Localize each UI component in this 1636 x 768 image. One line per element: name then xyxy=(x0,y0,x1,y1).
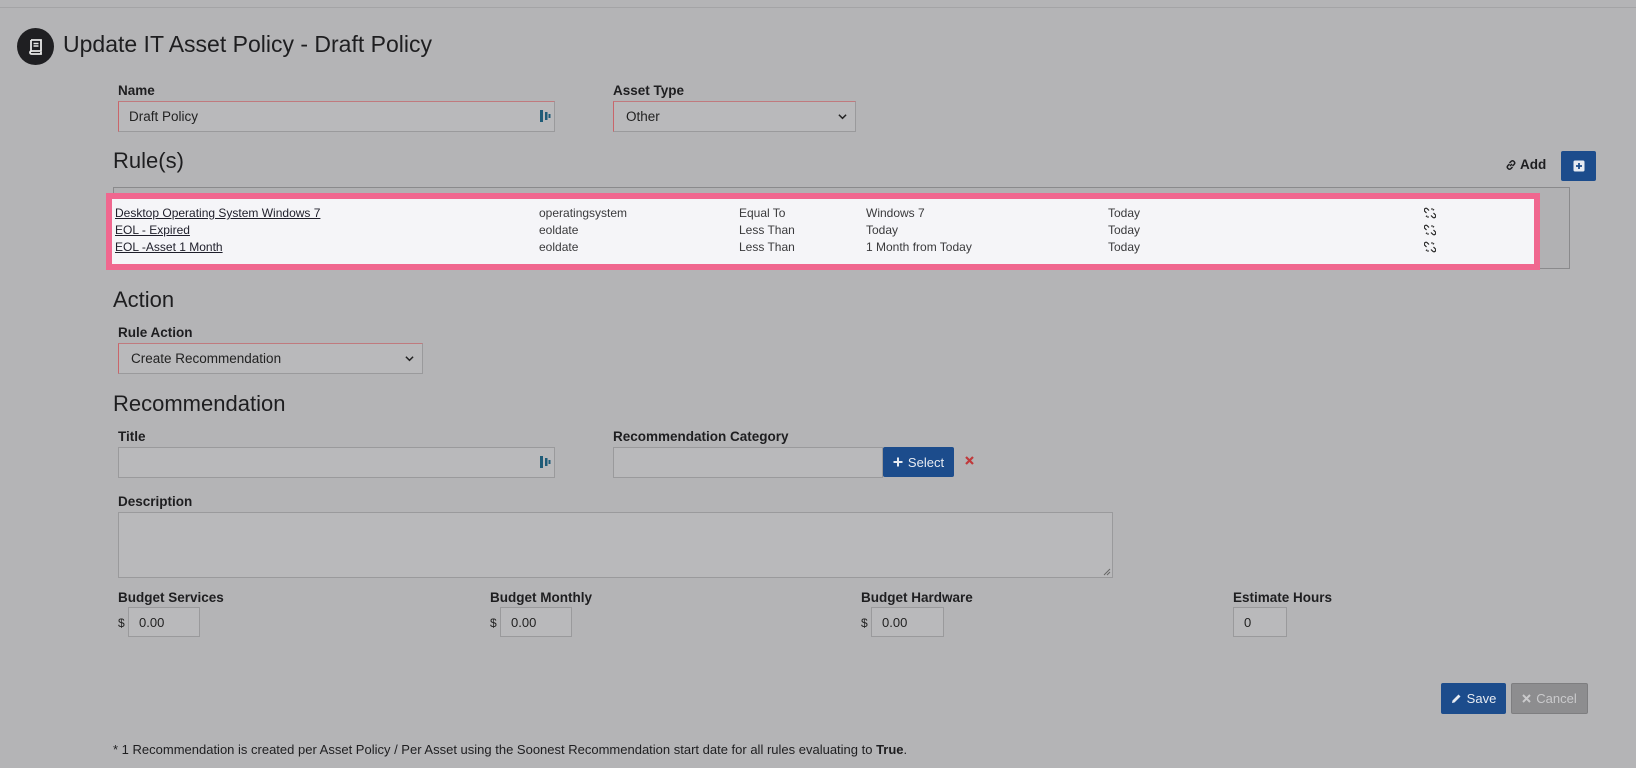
link-icon xyxy=(1506,159,1516,170)
title-input[interactable] xyxy=(118,447,555,478)
budget-services-label: Budget Services xyxy=(118,590,224,605)
budget-services-input[interactable]: 0.00 xyxy=(128,607,200,637)
add-rule-label: Add xyxy=(1520,157,1547,172)
budget-monthly-input[interactable]: 0.00 xyxy=(500,607,572,637)
select-button-label: Select xyxy=(907,454,945,470)
footnote-text: * 1 Recommendation is created per Asset … xyxy=(113,742,877,757)
action-section-title: Action xyxy=(113,287,175,312)
rule-name-link[interactable]: EOL - Expired xyxy=(115,223,190,237)
budget-monthly-label: Budget Monthly xyxy=(490,590,592,605)
clear-icon[interactable] xyxy=(964,455,975,466)
unlink-icon[interactable] xyxy=(1424,207,1436,219)
estimate-hours-label: Estimate Hours xyxy=(1233,590,1333,605)
rule-value: Windows 7 xyxy=(866,206,925,220)
rules-highlight: Desktop Operating System Windows 7 opera… xyxy=(106,193,1540,270)
budget-hardware-input[interactable]: 0.00 xyxy=(871,607,944,637)
recommendation-section-title: Recommendation xyxy=(113,391,286,416)
asset-type-select[interactable]: Other xyxy=(613,101,856,132)
title-label: Title xyxy=(118,429,146,444)
save-label: Save xyxy=(1466,691,1497,706)
table-row[interactable]: Desktop Operating System Windows 7 opera… xyxy=(112,206,1534,223)
password-manager-icon[interactable] xyxy=(539,109,551,123)
rule-field: eoldate xyxy=(539,240,579,254)
cancel-button[interactable]: Cancel xyxy=(1511,683,1588,714)
rule-operator: Equal To xyxy=(739,206,786,220)
rule-name-link[interactable]: EOL -Asset 1 Month xyxy=(115,240,223,254)
rule-value: Today xyxy=(866,223,899,237)
page-title: Update IT Asset Policy - Draft Policy xyxy=(63,31,432,57)
unlink-icon[interactable] xyxy=(1424,241,1436,253)
currency-symbol: $ xyxy=(490,616,497,630)
add-rule-button[interactable] xyxy=(1561,151,1596,181)
select-category-button[interactable]: Select xyxy=(883,447,954,477)
rule-start: Today xyxy=(1108,223,1141,237)
chevron-down-icon xyxy=(838,114,847,120)
footnote: * 1 Recommendation is created per Asset … xyxy=(113,742,907,757)
close-icon xyxy=(1522,694,1531,703)
password-manager-icon[interactable] xyxy=(539,455,551,469)
plus-square-icon xyxy=(1573,160,1584,172)
asset-type-value: Other xyxy=(626,109,660,124)
rule-field: eoldate xyxy=(539,223,579,237)
category-input[interactable] xyxy=(613,447,883,478)
cancel-label: Cancel xyxy=(1536,691,1577,706)
estimate-hours-input[interactable]: 0 xyxy=(1233,607,1287,637)
currency-symbol: $ xyxy=(861,616,868,630)
rule-operator: Less Than xyxy=(739,240,795,254)
top-divider xyxy=(0,7,1636,8)
name-label: Name xyxy=(118,83,155,98)
table-row[interactable]: EOL - Expired eoldate Less Than Today To… xyxy=(112,223,1534,240)
rule-action-label: Rule Action xyxy=(118,325,193,340)
asset-type-label: Asset Type xyxy=(613,83,685,98)
rules-section-title: Rule(s) xyxy=(113,148,184,173)
rule-value: 1 Month from Today xyxy=(866,240,972,254)
rule-name-link[interactable]: Desktop Operating System Windows 7 xyxy=(115,206,320,220)
rule-start: Today xyxy=(1108,240,1141,254)
resize-handle-icon[interactable] xyxy=(1102,567,1111,576)
rule-action-value: Create Recommendation xyxy=(131,351,282,366)
book-icon xyxy=(17,28,54,65)
category-label: Recommendation Category xyxy=(613,429,789,444)
rule-start: Today xyxy=(1108,206,1141,220)
currency-symbol: $ xyxy=(118,616,125,630)
pencil-icon xyxy=(1451,694,1461,703)
rule-operator: Less Than xyxy=(739,223,795,237)
rule-field: operatingsystem xyxy=(539,206,628,220)
description-textarea[interactable] xyxy=(118,512,1113,578)
footnote-end: . xyxy=(903,742,908,757)
save-button[interactable]: Save xyxy=(1441,683,1506,714)
table-row[interactable]: EOL -Asset 1 Month eoldate Less Than 1 M… xyxy=(112,240,1534,257)
footnote-emphasis: True xyxy=(876,742,904,757)
plus-icon xyxy=(893,457,903,467)
description-label: Description xyxy=(118,494,193,509)
unlink-icon[interactable] xyxy=(1424,224,1436,236)
budget-hardware-label: Budget Hardware xyxy=(861,590,973,605)
chevron-down-icon xyxy=(405,356,414,362)
add-rule-link[interactable]: Add xyxy=(1505,157,1546,172)
name-input[interactable] xyxy=(118,101,555,132)
rule-action-select[interactable]: Create Recommendation xyxy=(118,343,423,374)
